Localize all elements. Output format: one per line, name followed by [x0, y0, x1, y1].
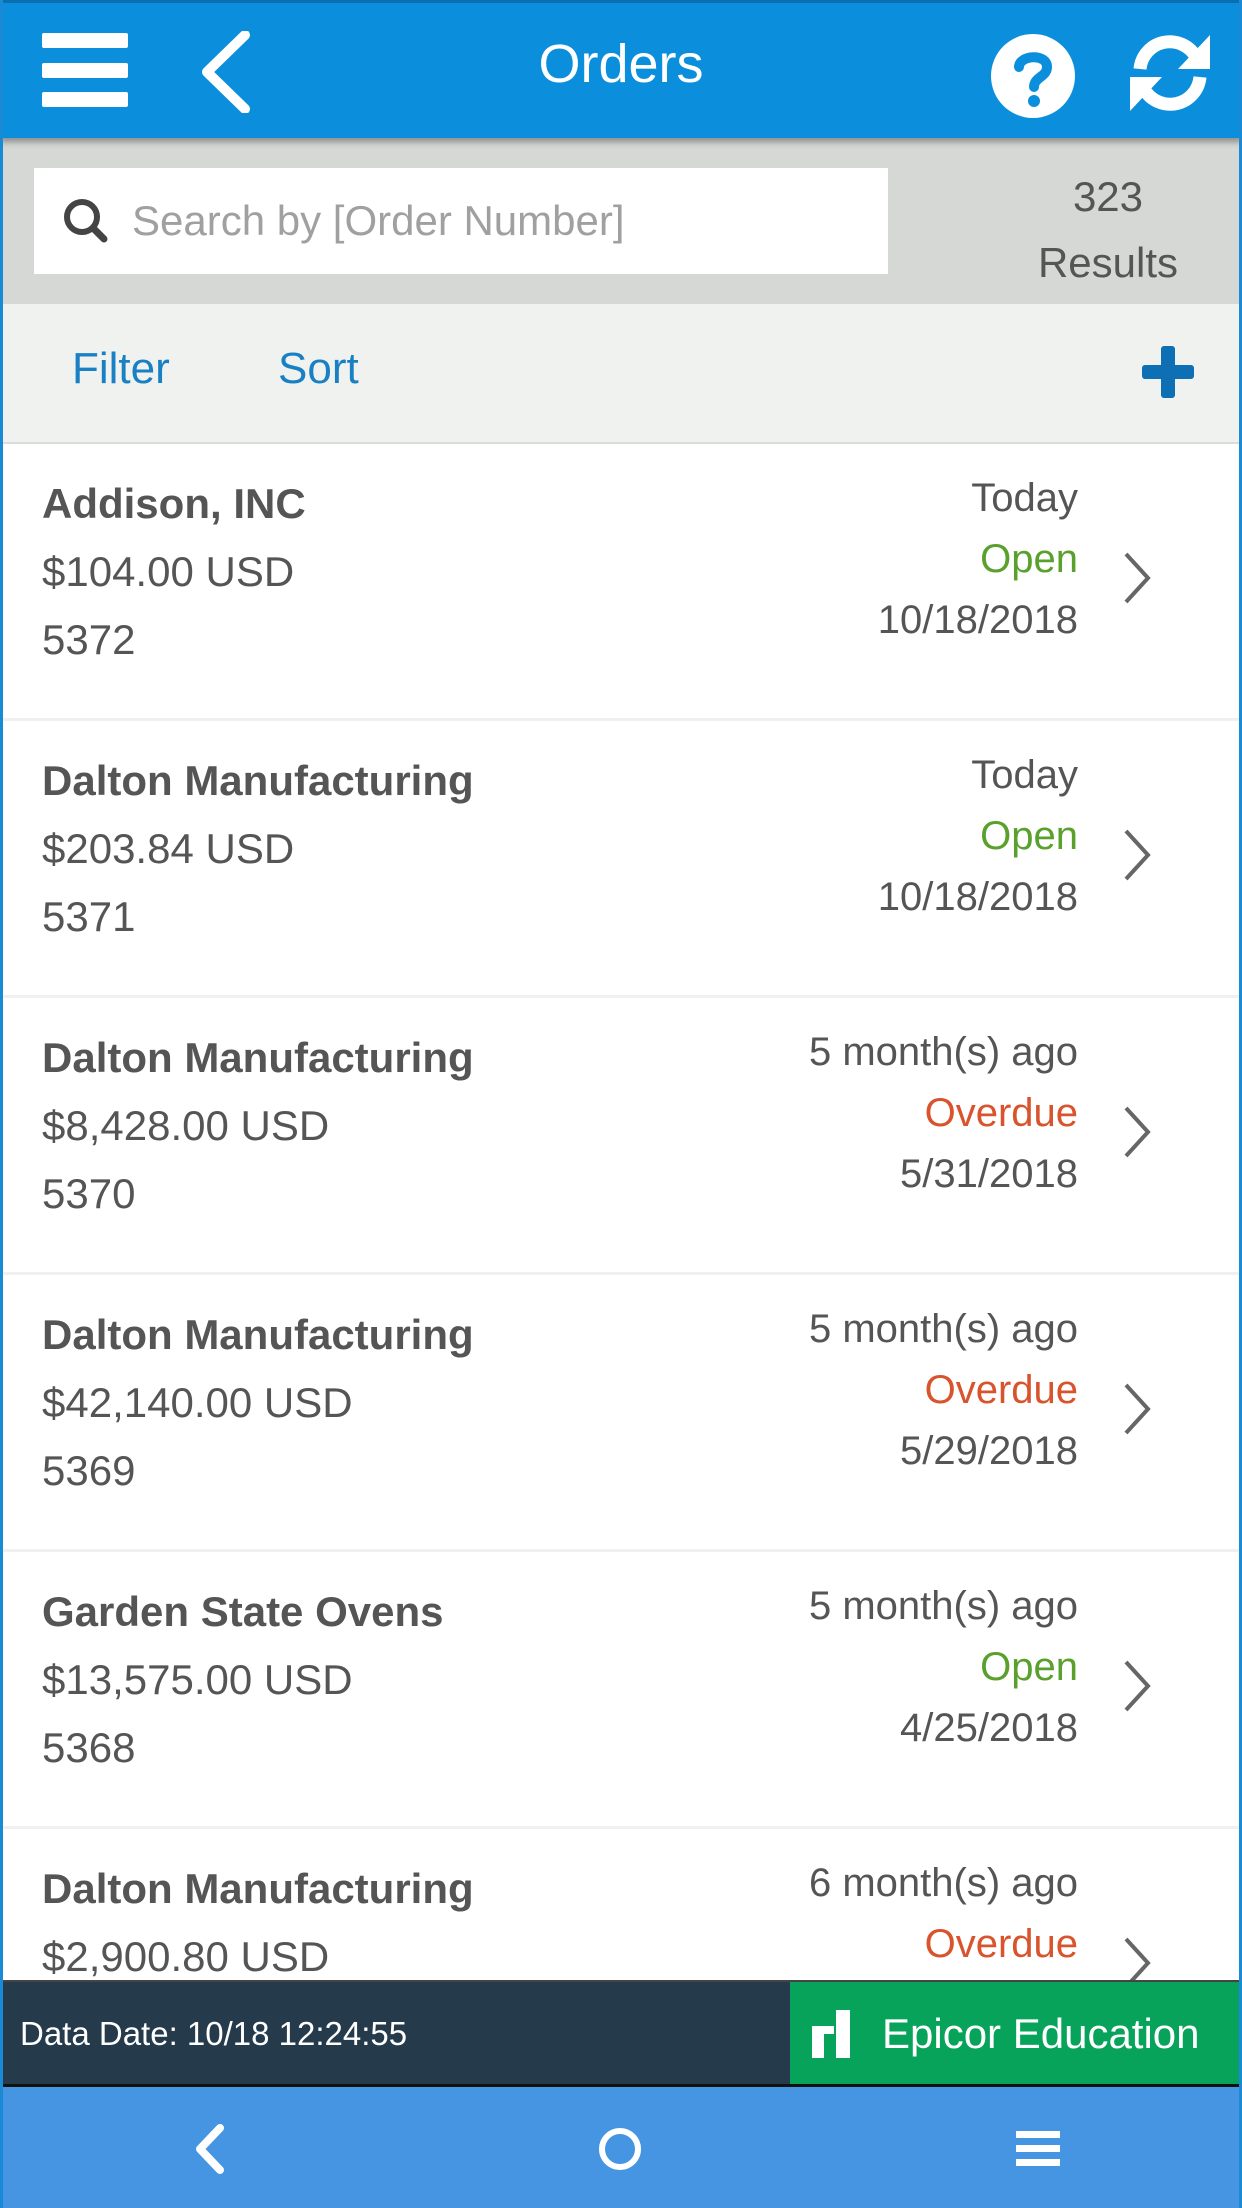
relative-date: 5 month(s) ago	[808, 1307, 1078, 1351]
chevron-right-icon	[1124, 1106, 1151, 1158]
order-amount: $104.00 USD	[42, 548, 295, 595]
status-footer: Data Date: 10/18 12:24:55 Epicor Educati…	[0, 1980, 1242, 2086]
customer-name: Addison, INC	[42, 480, 306, 527]
help-button[interactable]	[990, 33, 1076, 119]
order-amount: $2,900.80 USD	[42, 1933, 330, 1980]
help-circle-icon	[991, 34, 1075, 118]
results-label: Results	[1037, 239, 1179, 286]
order-date: 10/18/2018	[877, 598, 1078, 642]
order-row[interactable]: Dalton Manufacturing $42,140.00 USD 5369…	[0, 1275, 1242, 1552]
refresh-button[interactable]	[1126, 29, 1214, 117]
action-bar: Filter Sort	[0, 304, 1242, 444]
order-date: 10/18/2018	[877, 875, 1078, 919]
order-date: 5/29/2018	[900, 1429, 1078, 1473]
relative-date: Today	[971, 476, 1078, 520]
relative-date: 5 month(s) ago	[808, 1584, 1078, 1628]
status-badge: Open	[980, 814, 1078, 858]
search-icon	[64, 199, 108, 243]
plus-icon[interactable]	[1142, 346, 1194, 398]
status-badge: Overdue	[924, 1091, 1078, 1135]
building-icon	[812, 2010, 850, 2058]
sort-button[interactable]: Sort	[278, 344, 359, 394]
chevron-right-icon	[1124, 1383, 1151, 1435]
search-bar: 323 Results	[0, 138, 1242, 304]
order-number: 5369	[42, 1447, 136, 1494]
relative-date: Today	[971, 753, 1078, 797]
company-badge[interactable]: Epicor Education	[790, 1982, 1242, 2086]
chevron-right-icon	[1124, 1660, 1151, 1712]
filter-button[interactable]: Filter	[72, 344, 170, 394]
order-row[interactable]: Garden State Ovens $13,575.00 USD 5368 5…	[0, 1552, 1242, 1829]
order-amount: $8,428.00 USD	[42, 1102, 330, 1149]
order-number: 5371	[42, 893, 136, 940]
nav-home-icon	[599, 2128, 641, 2170]
order-amount: $203.84 USD	[42, 825, 295, 872]
order-row[interactable]: Addison, INC $104.00 USD 5372 Today Open…	[0, 444, 1242, 721]
customer-name: Dalton Manufacturing	[42, 1865, 474, 1912]
nav-back-icon	[196, 2124, 224, 2174]
order-number: 5370	[42, 1170, 136, 1217]
company-name: Epicor Education	[882, 2010, 1200, 2057]
relative-date: 5 month(s) ago	[808, 1030, 1078, 1074]
nav-home-button[interactable]	[588, 2117, 652, 2181]
order-amount: $42,140.00 USD	[42, 1379, 353, 1426]
nav-menu-button[interactable]	[1006, 2117, 1070, 2181]
status-badge: Open	[980, 1645, 1078, 1689]
relative-date: 6 month(s) ago	[808, 1861, 1078, 1905]
customer-name: Dalton Manufacturing	[42, 757, 474, 804]
order-amount: $13,575.00 USD	[42, 1656, 353, 1703]
order-number: 5368	[42, 1724, 136, 1771]
order-date: 4/25/2018	[900, 1706, 1078, 1750]
chevron-right-icon	[1124, 552, 1151, 604]
orders-list: Addison, INC $104.00 USD 5372 Today Open…	[0, 444, 1242, 2106]
chevron-right-icon	[1124, 829, 1151, 881]
order-row[interactable]: Dalton Manufacturing $203.84 USD 5371 To…	[0, 721, 1242, 998]
results-number: 323	[1072, 173, 1144, 220]
customer-name: Garden State Ovens	[42, 1588, 444, 1635]
data-date: Data Date: 10/18 12:24:55	[0, 1982, 790, 2086]
customer-name: Dalton Manufacturing	[42, 1034, 474, 1081]
nav-menu-icon	[1016, 2131, 1060, 2166]
order-row[interactable]: Dalton Manufacturing $8,428.00 USD 5370 …	[0, 998, 1242, 1275]
search-input[interactable]	[130, 196, 874, 246]
customer-name: Dalton Manufacturing	[42, 1311, 474, 1358]
results-count: 323 Results	[1008, 164, 1208, 296]
nav-back-button[interactable]	[178, 2117, 242, 2181]
order-number: 5372	[42, 616, 136, 663]
refresh-icon	[1130, 35, 1210, 111]
app-header: Orders	[0, 0, 1242, 138]
order-date: 5/31/2018	[900, 1152, 1078, 1196]
status-badge: Open	[980, 537, 1078, 581]
android-nav-bar	[0, 2084, 1242, 2208]
search-field[interactable]	[34, 168, 888, 274]
status-badge: Overdue	[924, 1368, 1078, 1412]
status-badge: Overdue	[924, 1922, 1078, 1966]
